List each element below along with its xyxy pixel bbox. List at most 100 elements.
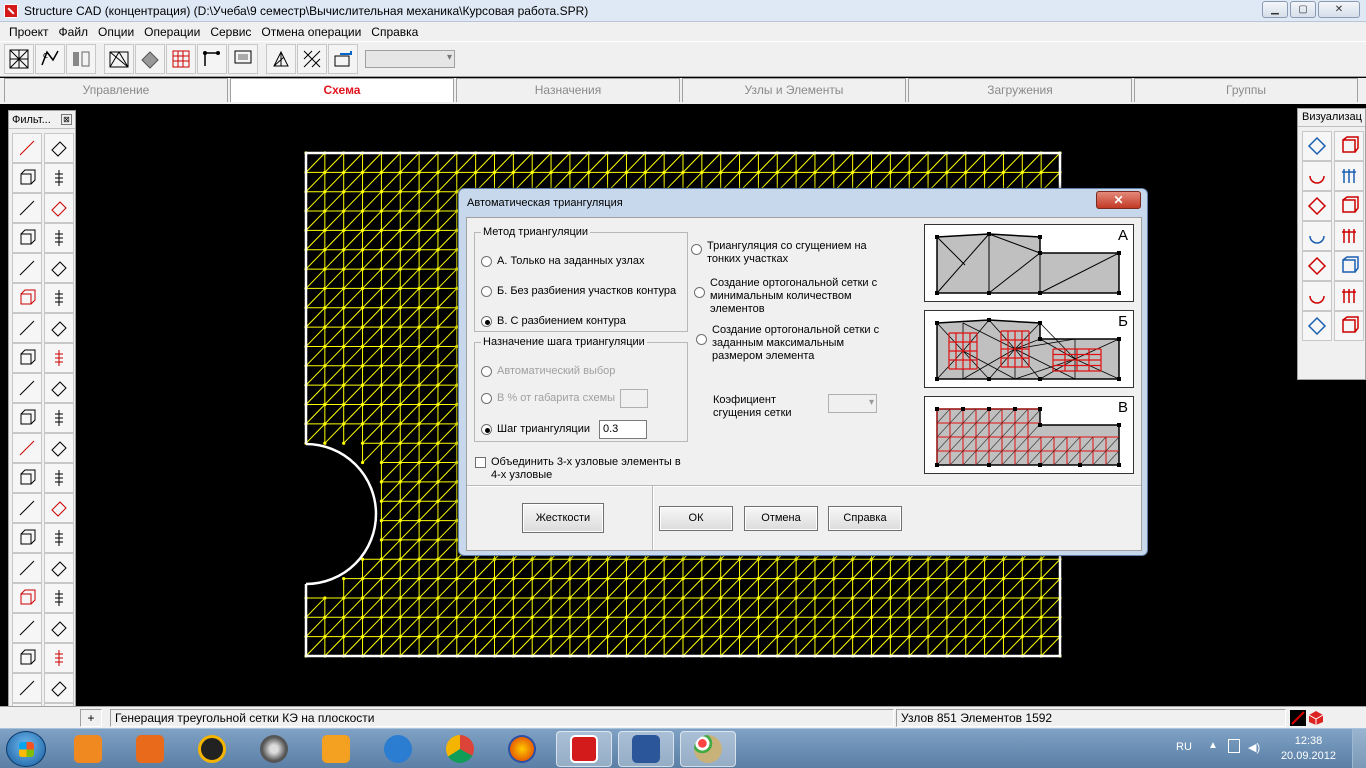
menu-file[interactable]: Файл <box>54 25 94 39</box>
library-button[interactable] <box>66 44 96 74</box>
export-button[interactable] <box>328 44 358 74</box>
filter-tool-mesh-frame-button[interactable] <box>44 493 74 523</box>
visual-cube-view-button[interactable] <box>1302 221 1332 251</box>
filter-tool-moment-bar-button[interactable] <box>44 433 74 463</box>
tab-groups[interactable]: Группы <box>1134 78 1358 102</box>
filter-tool-beam-split-button[interactable] <box>12 343 42 373</box>
visual-frame-view-button[interactable] <box>1302 251 1332 281</box>
thin-radio[interactable] <box>691 244 702 255</box>
filter-tool-layer-stack-button[interactable] <box>12 553 42 583</box>
language-indicator[interactable]: RU <box>1176 741 1192 753</box>
menu-operations[interactable]: Операции <box>139 25 205 39</box>
filter-tool-node-tree-button[interactable] <box>12 283 42 313</box>
visual-cube-solid-button[interactable] <box>1334 221 1364 251</box>
filter-tool-paint-brush-button[interactable] <box>44 523 74 553</box>
visual-rotate-z-button[interactable] <box>1334 161 1364 191</box>
nodes-button[interactable] <box>197 44 227 74</box>
stiffness-button[interactable]: Жесткости <box>522 503 604 533</box>
task-word[interactable] <box>618 731 674 767</box>
show-desktop-button[interactable] <box>1352 729 1366 768</box>
merge-option[interactable]: Объединить 3-х узловые элементы в 4-х уз… <box>475 456 690 482</box>
visual-rotate-y-button[interactable] <box>1302 161 1332 191</box>
filter-tool-elements-grid-button[interactable] <box>12 493 42 523</box>
tray-volume-icon[interactable]: ◀) <box>1248 741 1260 754</box>
filter-tool-frame-select-button[interactable] <box>12 643 42 673</box>
filter-tool-force-f-button[interactable] <box>12 403 42 433</box>
filter-tool-node-i-button[interactable] <box>12 193 42 223</box>
filter-tool-node-te-button[interactable] <box>12 253 42 283</box>
filter-tool-layer-select-button[interactable] <box>44 553 74 583</box>
merge-checkbox[interactable] <box>475 457 486 468</box>
task-structure-cad[interactable] <box>556 731 612 767</box>
menu-service[interactable]: Сервис <box>205 25 256 39</box>
task-aimp[interactable] <box>184 731 240 767</box>
task-disc-tool[interactable] <box>246 731 302 767</box>
filter-tool-axis-diag-button[interactable] <box>44 313 74 343</box>
tray-expand-icon[interactable]: ▲ <box>1208 740 1218 751</box>
move-nodes-button[interactable] <box>266 44 296 74</box>
method-b-option[interactable]: Б. Без разбиения участков контура <box>481 285 676 297</box>
method-c-option[interactable]: В. С разбиением контура <box>481 315 626 327</box>
tab-control[interactable]: Управление <box>4 78 228 102</box>
filter-tool-grid-select-button[interactable] <box>44 463 74 493</box>
dialog-close-button[interactable]: ✕ <box>1096 191 1141 209</box>
filter-tool-node-nj-button[interactable] <box>44 223 74 253</box>
filter-tool-red-grid-button[interactable] <box>44 643 74 673</box>
filter-tool-node-ne-button[interactable] <box>12 223 42 253</box>
mesh-refine-button[interactable] <box>297 44 327 74</box>
visual-view-box-red-button[interactable] <box>1334 191 1364 221</box>
frame-grid-button[interactable] <box>166 44 196 74</box>
step-value-option[interactable]: Шаг триангуляции <box>481 423 590 435</box>
filter-tool-node-dots-button[interactable] <box>44 283 74 313</box>
filter-tool-node-g-button[interactable] <box>44 583 74 613</box>
menu-options[interactable]: Опции <box>93 25 139 39</box>
ortho-min-option[interactable]: Создание ортогональной сетки с минимальн… <box>694 277 894 316</box>
menu-project[interactable]: Проект <box>4 25 54 39</box>
step-auto-option[interactable]: Автоматический выбор <box>481 365 615 377</box>
task-firefox[interactable] <box>494 731 550 767</box>
tray-clock[interactable]: 12:38 20.09.2012 <box>1281 734 1336 764</box>
surface-button[interactable] <box>135 44 165 74</box>
method-c-radio[interactable] <box>481 316 492 327</box>
minimize-button[interactable]: ▁ <box>1262 1 1288 18</box>
filter-tool-bar-chart-button[interactable] <box>44 673 74 703</box>
filter-tool-eraser-button[interactable] <box>44 133 74 163</box>
filter-tool-pencil-button[interactable] <box>12 523 42 553</box>
step-value-input[interactable]: 0.3 <box>599 420 647 439</box>
visual-select-view-button[interactable] <box>1302 311 1332 341</box>
filter-tool-node-move-button[interactable] <box>12 463 42 493</box>
task-chrome[interactable] <box>432 731 488 767</box>
step-auto-radio[interactable] <box>481 366 492 377</box>
step-percent-option[interactable]: В % от габарита схемы <box>481 392 615 404</box>
ortho-min-radio[interactable] <box>694 287 705 298</box>
method-a-radio[interactable] <box>481 256 492 267</box>
method-b-radio[interactable] <box>481 286 492 297</box>
filter-panel-close-button[interactable]: ⊠ <box>61 114 72 125</box>
contour-button[interactable]: C <box>35 44 65 74</box>
filter-tool-force-dots-button[interactable] <box>44 403 74 433</box>
thin-option[interactable]: Триангуляция со сгущением на тонких учас… <box>691 240 891 266</box>
tab-assignments[interactable]: Назначения <box>456 78 680 102</box>
menu-help[interactable]: Справка <box>366 25 423 39</box>
visual-view-box-button[interactable] <box>1302 191 1332 221</box>
step-percent-input[interactable] <box>620 389 648 408</box>
coef-combo[interactable] <box>828 394 877 413</box>
filter-tool-node-g2-button[interactable] <box>12 613 42 643</box>
filter-tool-line-button[interactable] <box>12 133 42 163</box>
filter-tool-load-nodes-button[interactable] <box>12 373 42 403</box>
tab-nodes-elements[interactable]: Узлы и Элементы <box>682 78 906 102</box>
ortho-max-radio[interactable] <box>696 334 707 345</box>
help-button[interactable]: Справка <box>828 506 902 531</box>
close-window-button[interactable]: ✕ <box>1318 1 1360 18</box>
display-button[interactable] <box>228 44 258 74</box>
cancel-button[interactable]: Отмена <box>744 506 818 531</box>
step-percent-radio[interactable] <box>481 393 492 404</box>
start-button[interactable] <box>6 731 46 767</box>
triangulation-button[interactable] <box>104 44 134 74</box>
tab-loads[interactable]: Загружения <box>908 78 1132 102</box>
filter-tool-load-down-button[interactable] <box>44 373 74 403</box>
filter-tool-moment-m-button[interactable] <box>12 433 42 463</box>
grid-generator-button[interactable] <box>4 44 34 74</box>
visual-column-view-button[interactable] <box>1334 251 1364 281</box>
filter-tool-node-l-button[interactable] <box>44 613 74 643</box>
